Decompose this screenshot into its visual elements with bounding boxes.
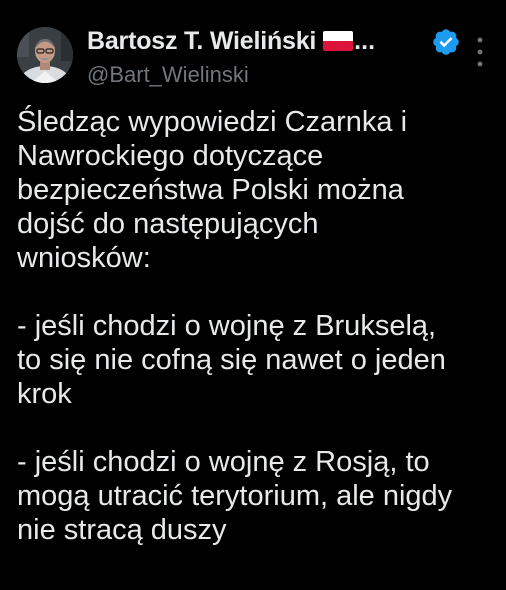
display-name[interactable]: Bartosz T. Wieliński [87, 27, 316, 56]
tweet-line: Nawrockiego dotyczące [17, 140, 324, 172]
verified-badge-icon[interactable] [431, 27, 461, 57]
tweet-line: wniosków: [17, 242, 151, 274]
tweet-line: mogą utracić terytorium, ale nigdy [17, 480, 453, 512]
tweet-line: to się nie cofną się nawet o jeden [17, 344, 446, 376]
tweet-line: - jeśli chodzi o wojnę z Brukselą, [17, 310, 437, 342]
user-handle[interactable]: @Bart_Wielinski [87, 62, 249, 88]
tweet: Bartosz T. Wieliński ... @Bart_Wielinski… [0, 0, 506, 590]
avatar[interactable] [17, 27, 73, 83]
tweet-line: bezpieczeństwa Polski można [17, 174, 404, 206]
tweet-line: - jeśli chodzi o wojnę z Rosją, to [17, 446, 430, 478]
tweet-text: Śledząc wypowiedzi Czarnka i Nawrockiego… [17, 105, 497, 547]
author-name-row[interactable]: Bartosz T. Wieliński ... [87, 26, 375, 56]
tweet-line: dojść do następujących [17, 208, 319, 240]
poland-flag-icon [323, 31, 354, 51]
avatar-image [17, 27, 73, 83]
tweet-line: krok [17, 378, 72, 410]
tweet-line: nie stracą duszy [17, 514, 227, 546]
more-vertical-icon[interactable] [472, 34, 488, 70]
name-truncation: ... [354, 26, 376, 55]
tweet-line: Śledząc wypowiedzi Czarnka i [17, 106, 408, 138]
